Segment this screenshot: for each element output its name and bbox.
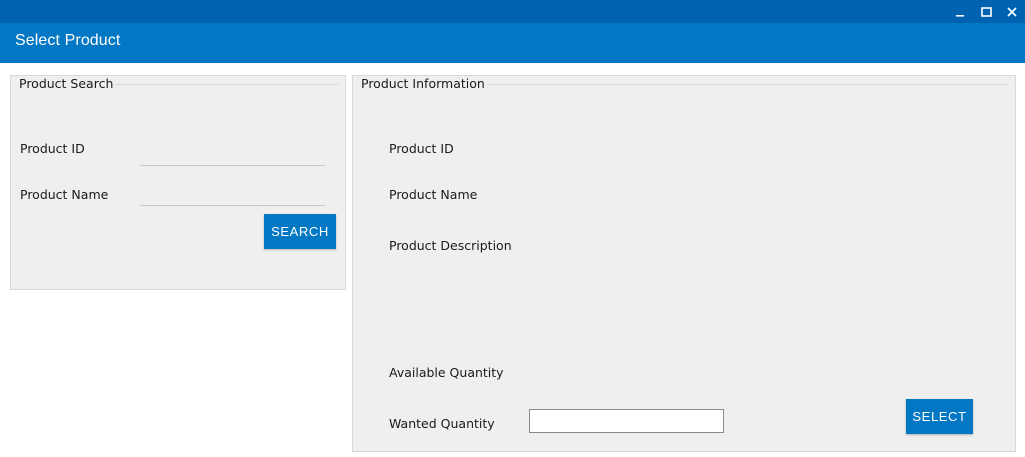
maximize-button[interactable]	[973, 0, 999, 23]
product-search-panel: Product Search Product ID Product Name S…	[10, 75, 346, 290]
product-search-legend: Product Search	[17, 76, 116, 92]
product-information-panel: Product Information Product ID Product N…	[352, 75, 1016, 452]
wanted-quantity-label: Wanted Quantity	[389, 416, 495, 431]
app-header: Select Product	[0, 23, 1025, 63]
maximize-icon	[980, 6, 992, 17]
wanted-quantity-input[interactable]	[529, 409, 724, 433]
close-button[interactable]	[999, 0, 1025, 23]
search-button[interactable]: SEARCH	[264, 214, 336, 249]
page-title: Select Product	[15, 32, 121, 49]
product-information-legend: Product Information	[359, 76, 487, 92]
product-name-input[interactable]	[140, 186, 325, 206]
minimize-icon	[955, 7, 965, 17]
select-button[interactable]: SELECT	[906, 399, 973, 434]
minimize-button[interactable]	[947, 0, 973, 23]
info-product-description-label: Product Description	[389, 238, 512, 253]
info-product-name-label: Product Name	[389, 187, 478, 202]
close-icon	[1007, 6, 1017, 17]
window-titlebar	[0, 0, 1025, 23]
product-name-label: Product Name	[20, 187, 109, 202]
available-quantity-label: Available Quantity	[389, 365, 504, 380]
product-id-label: Product ID	[20, 141, 85, 156]
product-id-input[interactable]	[140, 146, 325, 166]
info-product-id-label: Product ID	[389, 141, 454, 156]
window-controls	[947, 0, 1025, 23]
